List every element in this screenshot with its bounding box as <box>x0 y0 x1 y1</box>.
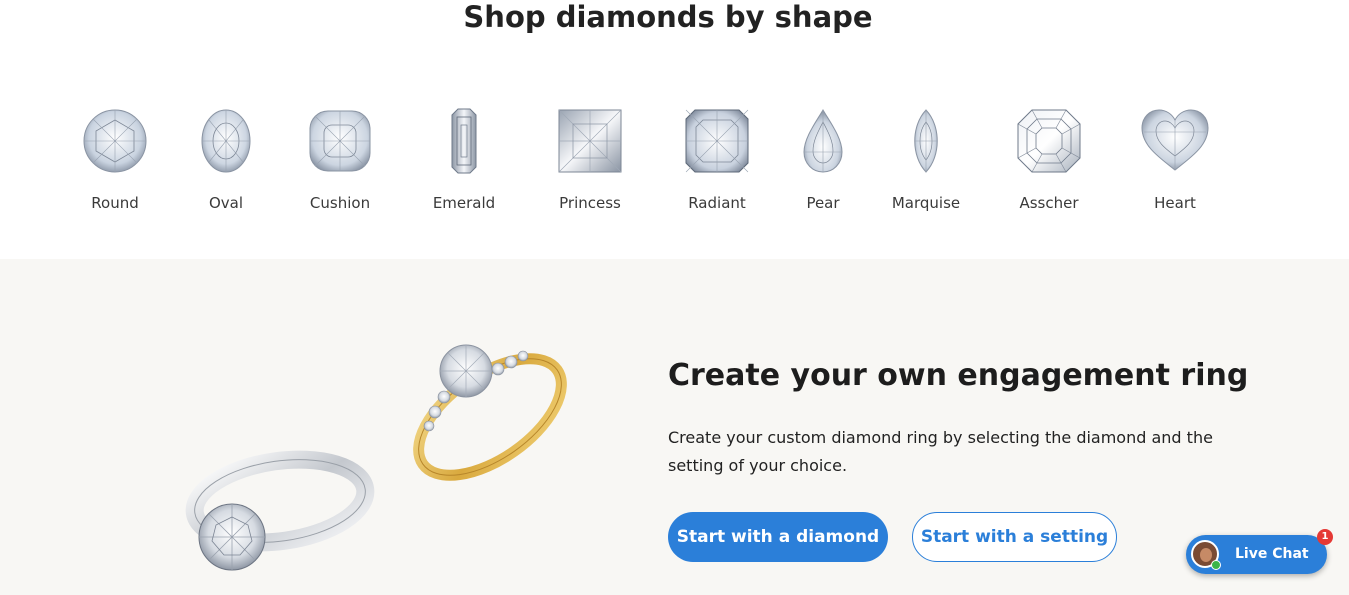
promo-heading: Create your own engagement ring <box>668 358 1249 393</box>
heart-diamond-icon <box>1141 109 1209 171</box>
shape-radiant[interactable]: Radiant <box>667 108 767 212</box>
shape-label: Asscher <box>1019 194 1079 212</box>
shape-label: Pear <box>806 194 840 212</box>
shape-princess[interactable]: Princess <box>540 108 640 212</box>
live-chat-button[interactable]: Live Chat 1 <box>1186 529 1333 574</box>
shape-label: Marquise <box>891 194 961 212</box>
promo-description: Create your custom diamond ring by selec… <box>668 428 1213 475</box>
marquise-diamond-icon <box>914 109 938 173</box>
shape-round[interactable]: Round <box>65 108 165 212</box>
shape-emerald[interactable]: Emerald <box>414 108 514 212</box>
shape-label: Cushion <box>309 194 371 212</box>
asscher-diamond-icon <box>1017 109 1081 173</box>
shape-label: Oval <box>208 194 244 212</box>
online-status-indicator <box>1211 560 1221 570</box>
start-with-diamond-button[interactable]: Start with a diamond <box>668 512 888 562</box>
start-with-setting-button[interactable]: Start with a setting <box>912 512 1117 562</box>
cushion-diamond-icon <box>309 110 371 172</box>
shape-pear[interactable]: Pear <box>773 108 873 212</box>
shape-label: Heart <box>1154 194 1196 212</box>
notification-badge: 1 <box>1317 529 1333 545</box>
shape-oval[interactable]: Oval <box>176 108 276 212</box>
pear-diamond-icon <box>803 109 843 173</box>
shape-marquise[interactable]: Marquise <box>876 108 976 212</box>
shape-label: Princess <box>559 194 621 212</box>
oval-diamond-icon <box>201 109 251 173</box>
shape-label: Radiant <box>688 194 746 212</box>
radiant-diamond-icon <box>685 109 749 173</box>
round-diamond-icon <box>83 109 147 173</box>
shape-heart[interactable]: Heart <box>1125 108 1225 212</box>
princess-diamond-icon <box>558 109 622 173</box>
engagement-ring-promo: Create your own engagement ring Create y… <box>0 259 1349 595</box>
shape-asscher[interactable]: Asscher <box>999 108 1099 212</box>
section-title: Shop diamonds by shape <box>463 0 873 34</box>
shape-cushion[interactable]: Cushion <box>290 108 390 212</box>
rings-image <box>185 344 567 571</box>
shape-list: Round Oval Cushion Emerald Princess Radi… <box>0 108 1349 218</box>
live-chat-label: Live Chat <box>1235 546 1309 562</box>
emerald-diamond-icon <box>451 108 477 174</box>
shape-label: Round <box>91 194 139 212</box>
shape-label: Emerald <box>432 194 496 212</box>
